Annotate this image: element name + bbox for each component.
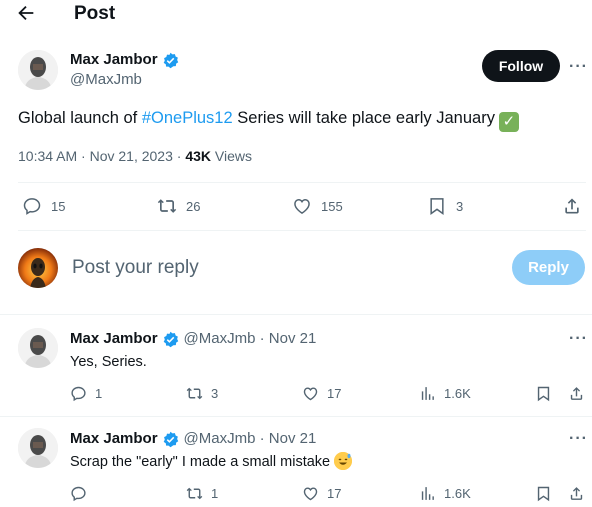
views-action[interactable]: 1.6K bbox=[419, 485, 471, 502]
heart-icon bbox=[294, 198, 310, 214]
verified-badge-icon bbox=[163, 52, 178, 68]
repost-icon bbox=[186, 387, 203, 400]
divider bbox=[18, 230, 586, 231]
back-arrow-icon[interactable] bbox=[14, 2, 40, 24]
post-text: Global launch of #OnePlus12 Series will … bbox=[18, 106, 519, 132]
verified-badge-icon bbox=[163, 431, 178, 447]
reply-button[interactable]: Reply bbox=[512, 250, 585, 285]
heart-icon bbox=[303, 487, 318, 501]
avatar[interactable] bbox=[18, 428, 58, 468]
like-action[interactable]: 155 bbox=[292, 196, 343, 216]
reply-icon bbox=[71, 386, 86, 402]
reply-input[interactable]: Post your reply bbox=[72, 256, 199, 280]
author-handle[interactable]: @MaxJmb · Nov 21 bbox=[184, 429, 317, 449]
share-action[interactable] bbox=[568, 485, 585, 502]
share-action[interactable] bbox=[568, 385, 585, 402]
like-action[interactable]: 17 bbox=[302, 385, 341, 402]
analytics-icon bbox=[421, 387, 434, 400]
repost-action[interactable]: 1 bbox=[186, 485, 218, 502]
repost-icon bbox=[186, 487, 203, 500]
author-name[interactable]: Max Jambor bbox=[70, 429, 179, 449]
reply-action[interactable]: 15 bbox=[22, 196, 65, 216]
verified-badge-icon bbox=[163, 331, 178, 347]
repost-action[interactable]: 26 bbox=[157, 196, 200, 216]
author-name[interactable]: Max Jambor bbox=[70, 50, 179, 70]
sweat-smile-emoji bbox=[334, 452, 353, 470]
bookmark-icon bbox=[430, 198, 444, 215]
author-handle[interactable]: @MaxJmb bbox=[70, 70, 179, 90]
analytics-icon bbox=[421, 487, 434, 500]
page-title: Post bbox=[74, 3, 116, 24]
reply-icon bbox=[23, 198, 41, 215]
divider bbox=[18, 182, 586, 183]
author-name[interactable]: Max Jambor bbox=[70, 329, 179, 349]
bookmark-icon bbox=[537, 486, 550, 502]
share-action[interactable] bbox=[562, 196, 582, 216]
avatar[interactable] bbox=[18, 328, 58, 368]
like-action[interactable]: 17 bbox=[302, 485, 341, 502]
bookmark-action[interactable] bbox=[535, 485, 552, 502]
avatar[interactable] bbox=[18, 50, 58, 90]
more-options-icon[interactable]: ··· bbox=[569, 59, 588, 75]
author-handle[interactable]: @MaxJmb · Nov 21 bbox=[184, 329, 317, 349]
bookmark-icon bbox=[537, 386, 550, 402]
share-icon bbox=[570, 387, 583, 400]
more-options-icon[interactable]: ··· bbox=[569, 431, 588, 447]
views-action[interactable]: 1.6K bbox=[419, 385, 471, 402]
divider bbox=[0, 416, 592, 417]
post-meta: 10:34 AM · Nov 21, 2023 · 43K Views bbox=[18, 148, 252, 164]
bookmark-action[interactable]: 3 bbox=[427, 196, 463, 216]
share-icon bbox=[565, 198, 579, 214]
repost-action[interactable]: 3 bbox=[186, 385, 218, 402]
views-count: 43K bbox=[185, 148, 212, 164]
share-icon bbox=[570, 487, 583, 500]
current-user-avatar[interactable] bbox=[18, 248, 58, 288]
bookmark-action[interactable] bbox=[535, 385, 552, 402]
reply-text: Yes, Series. bbox=[70, 354, 147, 370]
heart-icon bbox=[303, 387, 318, 401]
follow-button[interactable]: Follow bbox=[482, 50, 560, 82]
check-mark-emoji: ✓ bbox=[498, 112, 519, 132]
post-timestamp[interactable]: 10:34 AM · Nov 21, 2023 · bbox=[18, 148, 185, 164]
reply-icon bbox=[71, 486, 86, 502]
more-options-icon[interactable]: ··· bbox=[569, 331, 588, 347]
divider bbox=[0, 314, 592, 315]
reply-header: Max Jambor @MaxJmb · Nov 21 bbox=[70, 429, 316, 449]
reply-action[interactable] bbox=[70, 485, 95, 502]
repost-icon bbox=[157, 199, 177, 213]
reply-header: Max Jambor @MaxJmb · Nov 21 bbox=[70, 329, 316, 349]
hashtag-link[interactable]: #OnePlus12 bbox=[142, 109, 233, 127]
reply-action[interactable]: 1 bbox=[70, 385, 102, 402]
reply-text: Scrap the "early" I made a small mistake bbox=[70, 452, 353, 472]
